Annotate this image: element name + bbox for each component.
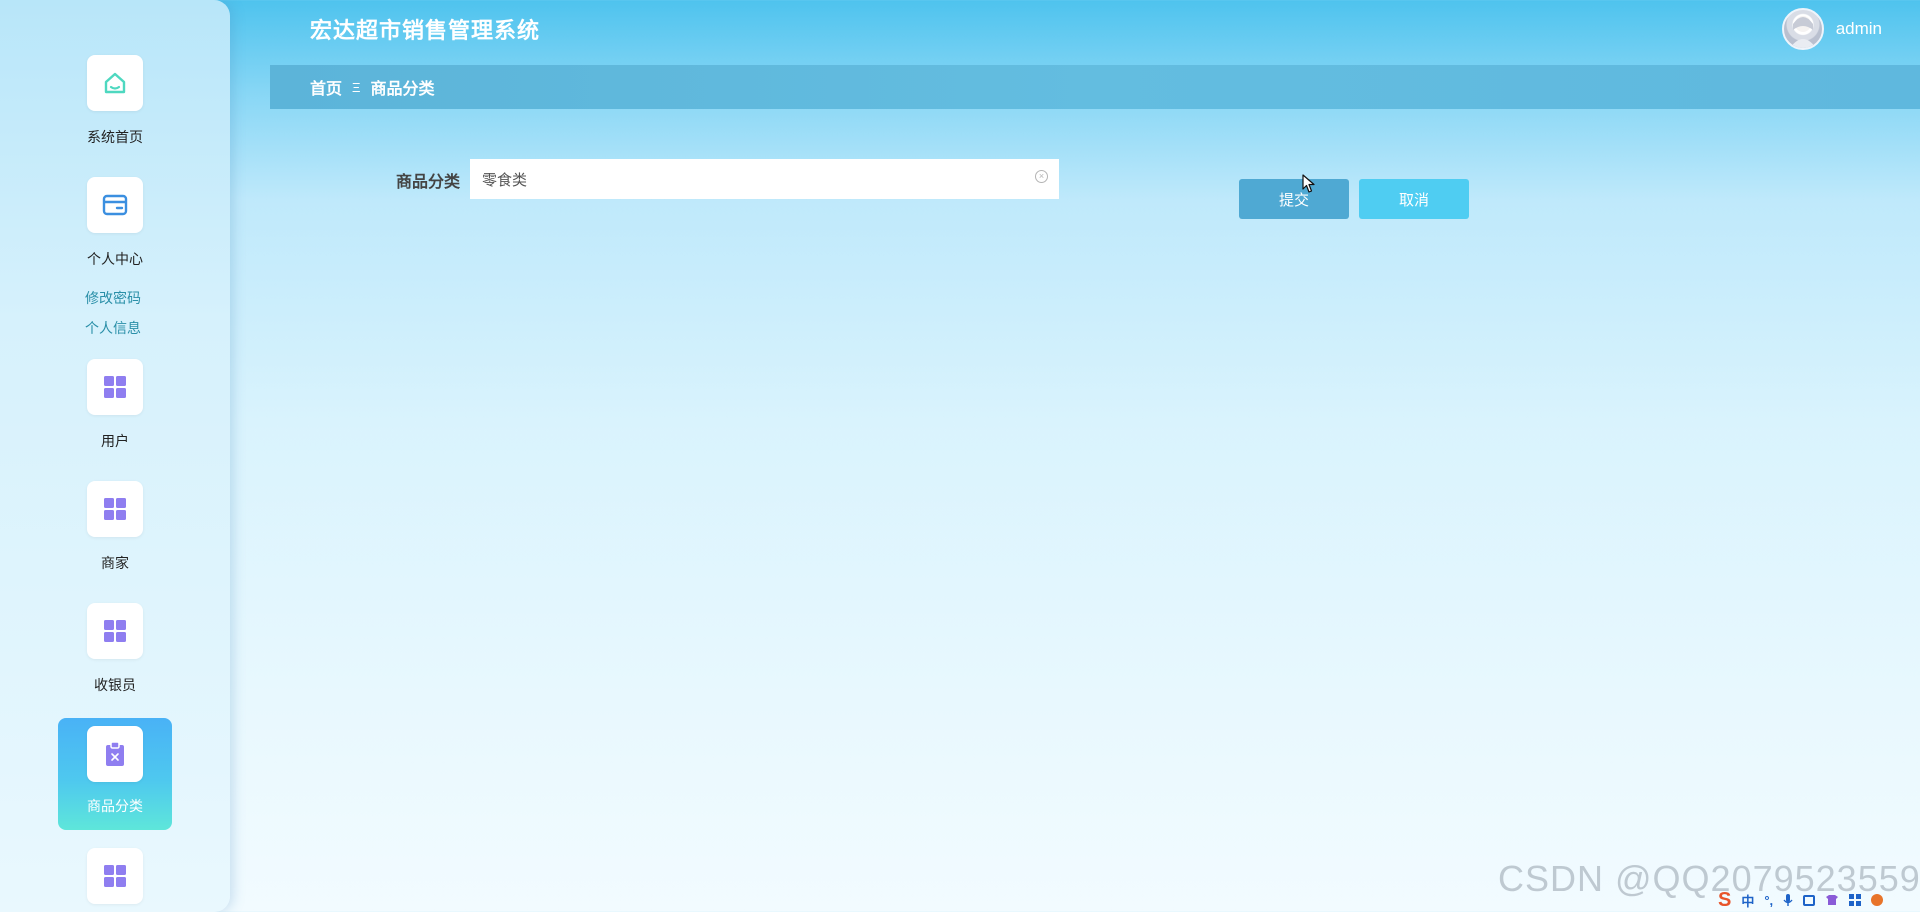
sidebar-item-merchants[interactable]: 商家 bbox=[58, 481, 172, 573]
clipboard-icon bbox=[87, 726, 143, 782]
user-menu[interactable]: admin bbox=[1781, 8, 1882, 50]
sidebar-item-label: 商家 bbox=[101, 555, 129, 571]
sidebar-item-label: 用户 bbox=[101, 433, 129, 449]
avatar[interactable] bbox=[1781, 8, 1824, 50]
breadcrumb-current: 商品分类 bbox=[370, 81, 435, 98]
sidebar-item-label: 商品分类 bbox=[87, 798, 143, 814]
sidebar-item-profile[interactable]: 个人中心 bbox=[58, 177, 172, 269]
ime-skin-icon[interactable] bbox=[1871, 894, 1884, 906]
sogou-ime-icon[interactable]: S bbox=[1718, 889, 1731, 912]
sidebar-item-home[interactable]: 系统首页 bbox=[58, 55, 172, 147]
mouse-cursor-icon bbox=[1302, 174, 1315, 193]
breadcrumb-home[interactable]: 首页 bbox=[310, 75, 342, 99]
app-title: 宏达超市销售管理系统 bbox=[310, 18, 541, 43]
toolbox-grid-icon[interactable] bbox=[1849, 894, 1862, 906]
submenu-change-password[interactable]: 修改密码 bbox=[85, 288, 141, 308]
sidebar-item-label: 系统首页 bbox=[87, 129, 143, 145]
ime-mode[interactable]: 中 bbox=[1741, 891, 1754, 910]
sidebar: 系统首页 个人中心 修改密码 个人信息 用户 商家 收银员 商品分类 bbox=[0, 0, 230, 912]
microphone-icon[interactable] bbox=[1783, 893, 1793, 907]
breadcrumb: 首页 Ξ 商品分类 bbox=[270, 65, 1920, 109]
sidebar-item-label: 收银员 bbox=[94, 677, 136, 693]
sidebar-item-category[interactable]: 商品分类 bbox=[58, 718, 172, 830]
clear-icon[interactable]: × bbox=[1035, 170, 1048, 183]
category-label: 商品分类 bbox=[396, 174, 461, 191]
cancel-button[interactable]: 取消 bbox=[1359, 179, 1469, 219]
ime-punct[interactable]: °, bbox=[1764, 893, 1773, 908]
shirt-icon[interactable] bbox=[1825, 894, 1839, 906]
grid-icon bbox=[87, 603, 143, 659]
grid-icon bbox=[87, 359, 143, 415]
submenu-personal-info[interactable]: 个人信息 bbox=[85, 318, 141, 338]
breadcrumb-separator-icon: Ξ bbox=[352, 79, 361, 95]
keyboard-icon[interactable] bbox=[1803, 894, 1816, 906]
home-icon bbox=[87, 55, 143, 111]
sidebar-item-users[interactable]: 用户 bbox=[58, 359, 172, 451]
grid-icon bbox=[87, 481, 143, 537]
submit-button[interactable]: 提交 bbox=[1239, 179, 1349, 219]
sidebar-item-more[interactable] bbox=[58, 848, 172, 904]
sidebar-item-label: 个人中心 bbox=[87, 251, 143, 267]
wallet-icon bbox=[87, 177, 143, 233]
category-input[interactable] bbox=[470, 159, 1059, 199]
grid-icon bbox=[87, 848, 143, 904]
username[interactable]: admin bbox=[1836, 19, 1882, 39]
sidebar-item-cashiers[interactable]: 收银员 bbox=[58, 603, 172, 695]
system-tray: S 中 °, bbox=[1718, 888, 1884, 912]
